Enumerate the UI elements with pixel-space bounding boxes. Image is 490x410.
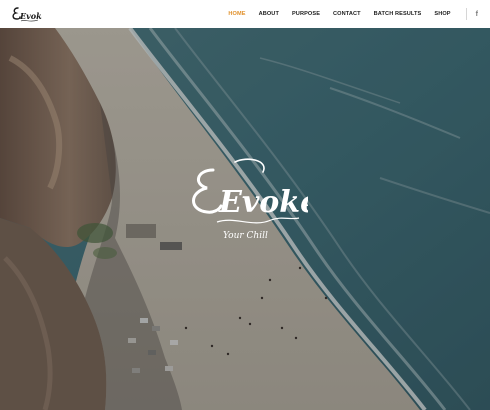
nav-contact[interactable]: CONTACT — [333, 11, 361, 17]
site-logo[interactable]: Evoke — [10, 5, 42, 25]
nav-purpose[interactable]: PURPOSE — [292, 11, 320, 17]
nav-home[interactable]: HOME — [228, 11, 245, 17]
nav-divider — [465, 8, 467, 20]
hero-banner: Evoke Your Chill — [0, 28, 490, 410]
nav-about[interactable]: ABOUT — [259, 11, 279, 17]
top-navbar: Evoke HOME ABOUT PURPOSE CONTACT BATCH R… — [0, 0, 490, 28]
hero-tagline: Your Chill — [223, 231, 268, 241]
hero-evoke-logo: Evoke Your Chill — [183, 158, 308, 248]
hero-logo-text: Evoke — [218, 185, 308, 220]
nav-batch-results[interactable]: BATCH RESULTS — [374, 11, 422, 17]
main-nav: HOME ABOUT PURPOSE CONTACT BATCH RESULTS… — [228, 0, 490, 28]
logo-text: Evoke — [19, 11, 42, 21]
nav-shop[interactable]: SHOP — [434, 11, 450, 17]
facebook-icon[interactable]: f — [476, 11, 478, 18]
